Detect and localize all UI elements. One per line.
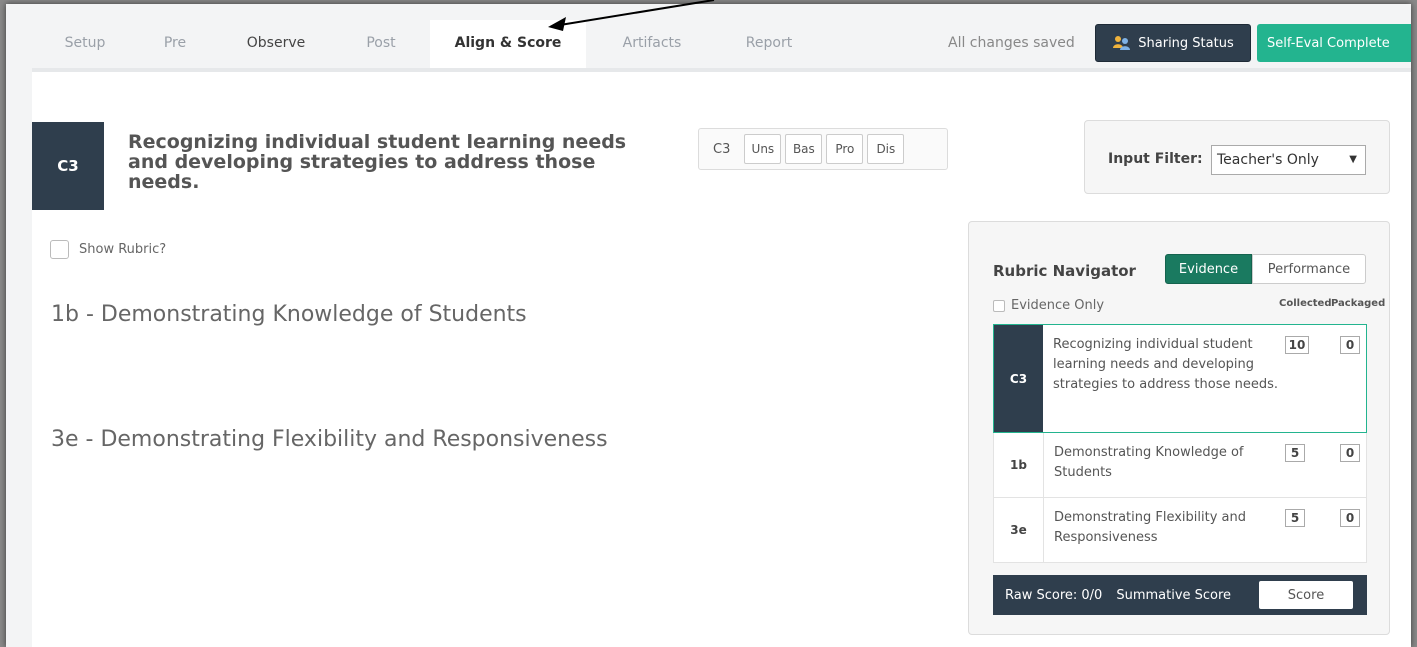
tab-align-score[interactable]: Align & Score xyxy=(430,20,586,72)
rubric-row-1b[interactable]: 1b Demonstrating Knowledge of Students 5… xyxy=(993,433,1367,498)
evidence-only-label: Evidence Only xyxy=(1011,298,1105,313)
rubric-row-desc: Demonstrating Knowledge of Students xyxy=(1043,433,1287,497)
packaged-count: 0 xyxy=(1340,336,1360,354)
packaged-count: 0 xyxy=(1340,509,1360,527)
score-option-uns[interactable]: Uns xyxy=(744,134,782,164)
rubric-row-3e[interactable]: 3e Demonstrating Flexibility and Respons… xyxy=(993,498,1367,563)
rubric-row-desc: Demonstrating Flexibility and Responsive… xyxy=(1043,498,1287,562)
users-icon xyxy=(1113,36,1131,50)
collected-count: 5 xyxy=(1285,509,1305,527)
tab-pre[interactable]: Pre xyxy=(142,20,208,72)
score-option-pro[interactable]: Pro xyxy=(826,134,864,164)
rubric-row-desc: Recognizing individual student learning … xyxy=(1053,337,1279,392)
component-code-badge: C3 xyxy=(32,122,104,210)
rubric-row-c3[interactable]: C3 Recognizing individual student learni… xyxy=(993,324,1367,433)
tab-observe[interactable]: Observe xyxy=(228,20,324,72)
rubric-list: C3 Recognizing individual student learni… xyxy=(993,324,1367,563)
show-rubric-toggle[interactable]: Show Rubric? xyxy=(50,240,166,259)
collected-header: Collected xyxy=(1279,298,1332,309)
component-title: Recognizing individual student learning … xyxy=(128,131,627,193)
score-button[interactable]: Score xyxy=(1259,581,1353,609)
save-status: All changes saved xyxy=(948,35,1075,51)
input-filter-value: Teacher's Only xyxy=(1217,152,1319,168)
rubric-row-code: 1b xyxy=(1010,458,1027,472)
rubric-navigator: Rubric Navigator Evidence Performance Ev… xyxy=(968,221,1390,635)
evidence-only-toggle[interactable]: Evidence Only xyxy=(993,298,1104,313)
score-button-group: C3 Uns Bas Pro Dis xyxy=(698,128,948,170)
tab-artifacts[interactable]: Artifacts xyxy=(604,20,700,72)
dropdown-arrow-icon: ▼ xyxy=(1349,154,1357,165)
show-rubric-label: Show Rubric? xyxy=(79,242,167,257)
rubric-row-code: 3e xyxy=(1010,523,1027,537)
sharing-status-button[interactable]: Sharing Status xyxy=(1095,24,1251,62)
input-filter-label: Input Filter: xyxy=(1108,151,1203,167)
aligned-component-3e: 3e - Demonstrating Flexibility and Respo… xyxy=(51,427,608,452)
tab-post[interactable]: Post xyxy=(346,20,416,72)
collected-count: 10 xyxy=(1285,336,1309,354)
tab-setup[interactable]: Setup xyxy=(42,20,128,72)
performance-toggle[interactable]: Performance xyxy=(1252,254,1366,284)
checkbox-icon[interactable] xyxy=(993,299,1005,312)
app-frame: Setup Pre Observe Post Align & Score Art… xyxy=(6,4,1411,647)
tab-bar: Setup Pre Observe Post Align & Score Art… xyxy=(6,4,1411,72)
rubric-row-code: C3 xyxy=(994,325,1043,432)
checkbox-icon[interactable] xyxy=(50,240,69,259)
packaged-count: 0 xyxy=(1340,444,1360,462)
score-group-label: C3 xyxy=(713,141,731,157)
sharing-status-label: Sharing Status xyxy=(1138,35,1234,51)
input-filter-panel: Input Filter: Teacher's Only ▼ xyxy=(1084,120,1390,194)
self-eval-complete-button[interactable]: Self-Eval Complete xyxy=(1257,24,1411,62)
aligned-component-1b: 1b - Demonstrating Knowledge of Students xyxy=(51,302,527,327)
evidence-toggle[interactable]: Evidence xyxy=(1165,254,1252,284)
tab-report[interactable]: Report xyxy=(724,20,814,72)
score-option-dis[interactable]: Dis xyxy=(867,134,905,164)
score-footer: Raw Score: 0/0 Summative Score Score xyxy=(993,575,1367,615)
raw-score: Raw Score: 0/0 xyxy=(1005,587,1103,603)
score-option-bas[interactable]: Bas xyxy=(785,134,823,164)
input-filter-select[interactable]: Teacher's Only ▼ xyxy=(1211,145,1366,175)
collected-count: 5 xyxy=(1285,444,1305,462)
summative-score-label: Summative Score xyxy=(1116,587,1232,603)
packaged-header: Packaged xyxy=(1331,298,1386,309)
rubric-navigator-title: Rubric Navigator xyxy=(993,262,1136,280)
